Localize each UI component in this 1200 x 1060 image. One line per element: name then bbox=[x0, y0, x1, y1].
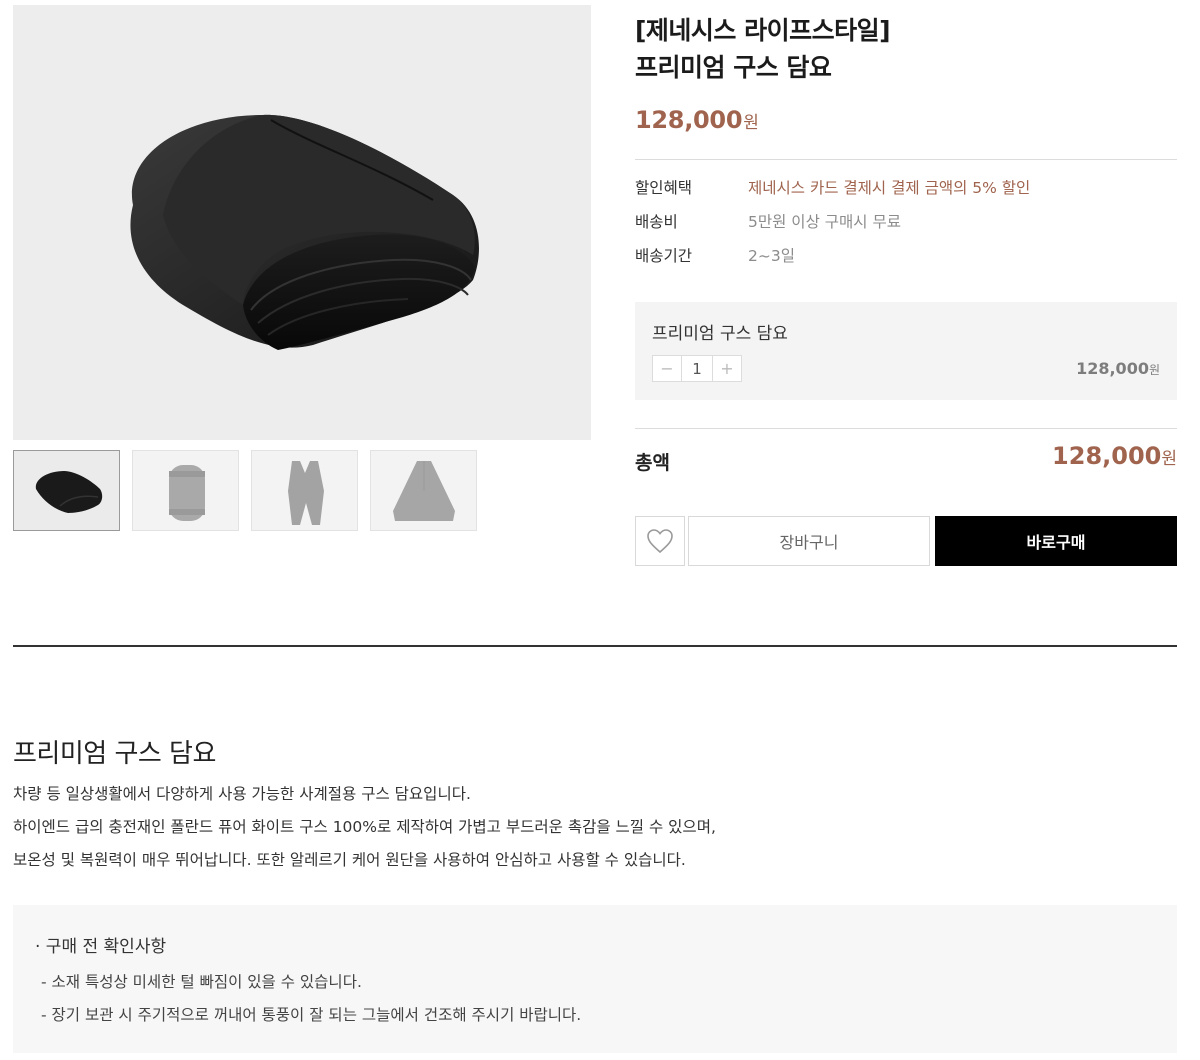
option-price-value: 128,000 bbox=[1076, 359, 1149, 378]
thumbnail-vest-blanket[interactable] bbox=[251, 450, 358, 531]
folded-blanket-image bbox=[130, 114, 479, 350]
thumbnail-cape-blanket[interactable] bbox=[370, 450, 477, 531]
wishlist-button[interactable] bbox=[635, 516, 685, 566]
product-price-value: 128,000 bbox=[635, 106, 743, 134]
heart-icon bbox=[647, 529, 673, 554]
total-divider bbox=[635, 428, 1177, 429]
detail-line: 보온성 및 복원력이 매우 뛰어납니다. 또한 알레르기 케어 원단을 사용하여… bbox=[13, 851, 686, 869]
product-price: 128,000원 bbox=[635, 106, 759, 134]
option-price-unit: 원 bbox=[1148, 363, 1160, 377]
spec-value: 5만원 이상 구매시 무료 bbox=[748, 213, 901, 231]
option-name: 프리미엄 구스 담요 bbox=[652, 324, 788, 344]
total-price-unit: 원 bbox=[1161, 449, 1177, 469]
total-price: 128,000원 bbox=[1052, 442, 1177, 470]
total-price-value: 128,000 bbox=[1052, 442, 1162, 470]
product-name-line: 프리미엄 구스 담요 bbox=[635, 53, 832, 82]
spec-label: 할인혜택 bbox=[635, 179, 693, 197]
thumbnail-folded-blanket[interactable] bbox=[13, 450, 120, 531]
product-title: [제네시스 라이프스타일] 프리미엄 구스 담요 bbox=[635, 12, 891, 86]
spec-label: 배송기간 bbox=[635, 247, 693, 265]
thumbnail-rolled-blanket[interactable] bbox=[132, 450, 239, 531]
spec-value: 제네시스 카드 결제시 결제 금액의 5% 할인 bbox=[748, 179, 1031, 197]
spec-value: 2~3일 bbox=[748, 247, 795, 265]
section-divider bbox=[13, 645, 1177, 647]
quantity-value[interactable]: 1 bbox=[681, 356, 713, 381]
quantity-decrease-button[interactable]: − bbox=[653, 356, 681, 381]
product-brand-line: [제네시스 라이프스타일] bbox=[635, 16, 891, 45]
price-divider bbox=[635, 159, 1177, 160]
notice-item: - 소재 특성상 미세한 털 빠짐이 있을 수 있습니다. bbox=[41, 973, 362, 991]
total-label: 총액 bbox=[635, 452, 670, 474]
thumbnail-strip bbox=[13, 450, 477, 531]
selected-option-box: 프리미엄 구스 담요 − 1 + 128,000원 bbox=[635, 302, 1177, 400]
add-to-cart-button[interactable]: 장바구니 bbox=[688, 516, 930, 566]
purchase-actions: 장바구니 바로구매 bbox=[635, 516, 1177, 566]
purchase-notice-box: · 구매 전 확인사항 - 소재 특성상 미세한 털 빠짐이 있을 수 있습니다… bbox=[13, 905, 1177, 1053]
detail-title: 프리미엄 구스 담요 bbox=[13, 739, 216, 769]
detail-line: 하이엔드 급의 충전재인 폴란드 퓨어 화이트 구스 100%로 제작하여 가볍… bbox=[13, 818, 716, 836]
detail-description: 차량 등 일상생활에서 다양하게 사용 가능한 사계절용 구스 담요입니다. 하… bbox=[13, 778, 716, 877]
notice-item: - 장기 보관 시 주기적으로 꺼내어 통풍이 잘 되는 그늘에서 건조해 주시… bbox=[41, 1006, 582, 1024]
spec-label: 배송비 bbox=[635, 213, 678, 231]
quantity-increase-button[interactable]: + bbox=[713, 356, 741, 381]
quantity-stepper: − 1 + bbox=[652, 355, 742, 382]
notice-title: · 구매 전 확인사항 bbox=[35, 937, 167, 957]
detail-line: 차량 등 일상생활에서 다양하게 사용 가능한 사계절용 구스 담요입니다. bbox=[13, 785, 471, 803]
main-product-image bbox=[13, 5, 591, 440]
option-price: 128,000원 bbox=[1076, 359, 1160, 378]
buy-now-button[interactable]: 바로구매 bbox=[935, 516, 1177, 566]
product-price-unit: 원 bbox=[743, 113, 759, 133]
